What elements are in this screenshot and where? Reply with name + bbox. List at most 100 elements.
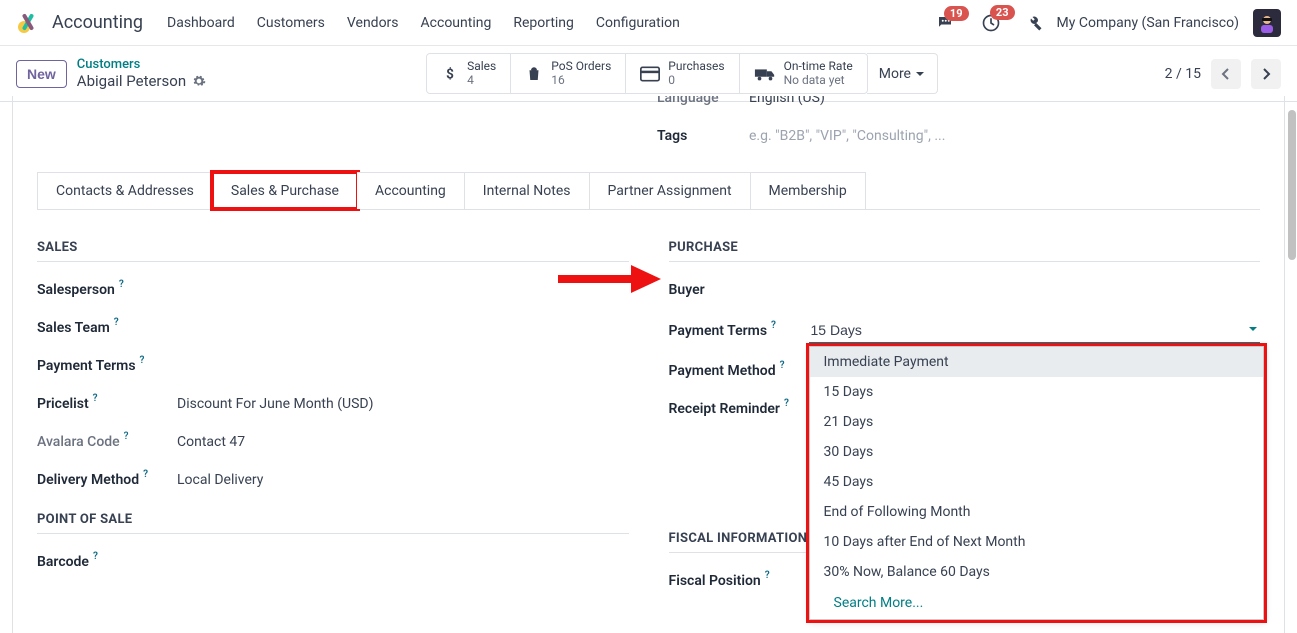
avalara-code-value[interactable]: Contact 47 <box>177 434 629 450</box>
gear-icon[interactable] <box>192 74 206 88</box>
pricelist-label: Pricelist? <box>37 396 177 412</box>
stat-pos-orders[interactable]: PoS Orders16 <box>511 54 626 94</box>
app-name[interactable]: Accounting <box>52 12 143 33</box>
tools-button[interactable] <box>1025 14 1043 32</box>
help-icon[interactable]: ? <box>780 360 785 371</box>
chevron-left-icon <box>1220 68 1232 80</box>
svg-text:$: $ <box>446 66 454 82</box>
tags-label: Tags <box>657 128 749 144</box>
credit-card-icon <box>640 66 660 82</box>
help-icon[interactable]: ? <box>119 279 124 290</box>
buyer-label: Buyer <box>669 282 809 298</box>
shopping-bag-icon <box>525 65 543 83</box>
help-icon[interactable]: ? <box>143 469 148 480</box>
scrollbar[interactable] <box>1288 110 1296 260</box>
tags-input[interactable]: e.g. "B2B", "VIP", "Consulting", ... <box>749 128 945 144</box>
dropdown-option[interactable]: 45 Days <box>810 467 1264 497</box>
payment-terms-dropdown-menu: Immediate Payment 15 Days 21 Days 30 Day… <box>809 346 1265 620</box>
pos-section-title: POINT OF SALE <box>37 512 629 534</box>
dropdown-option[interactable]: 30 Days <box>810 437 1264 467</box>
tab-accounting[interactable]: Accounting <box>357 172 465 209</box>
chevron-right-icon <box>1260 68 1272 80</box>
tab-internal-notes[interactable]: Internal Notes <box>464 172 590 209</box>
breadcrumb: Customers Abigail Peterson <box>77 57 206 91</box>
nav-accounting[interactable]: Accounting <box>421 15 492 31</box>
pager-prev-button[interactable] <box>1211 59 1241 89</box>
help-icon[interactable]: ? <box>140 355 145 366</box>
purchase-column: PURCHASE Buyer Payment Terms? Immediate … <box>669 240 1261 609</box>
pager-text[interactable]: 2 / 15 <box>1165 66 1201 82</box>
dollar-icon: $ <box>441 65 459 83</box>
app-logo-icon <box>16 11 40 35</box>
barcode-label: Barcode? <box>37 554 177 570</box>
tabs: Contacts & Addresses Sales & Purchase Ac… <box>37 172 1260 210</box>
dropdown-option[interactable]: 21 Days <box>810 407 1264 437</box>
more-button[interactable]: More <box>867 53 938 95</box>
control-panel: New Customers Abigail Peterson $ Sales4 … <box>0 46 1297 102</box>
receipt-reminder-label: Receipt Reminder? <box>669 401 809 417</box>
salesperson-label: Salesperson? <box>37 282 177 298</box>
pager-next-button[interactable] <box>1251 59 1281 89</box>
user-avatar-icon <box>1255 11 1279 35</box>
fiscal-position-label: Fiscal Position? <box>669 573 809 589</box>
help-icon[interactable]: ? <box>771 320 776 331</box>
payment-method-label: Payment Method? <box>669 363 809 379</box>
annotation-arrow-icon <box>553 259 663 299</box>
avalara-code-label: Avalara Code? <box>37 434 177 450</box>
stat-ontime-rate[interactable]: On-time RateNo data yet <box>740 54 867 94</box>
sales-team-label: Sales Team? <box>37 320 177 336</box>
caret-down-icon <box>915 69 925 79</box>
purchase-payment-terms-input[interactable] <box>809 318 1261 343</box>
language-value[interactable]: English (US) <box>749 96 825 106</box>
new-button[interactable]: New <box>16 60 67 88</box>
dropdown-search-more[interactable]: Search More... <box>810 587 1264 619</box>
messages-badge: 19 <box>944 6 969 21</box>
avatar[interactable] <box>1253 9 1281 37</box>
tab-sales-purchase[interactable]: Sales & Purchase <box>212 172 358 209</box>
help-icon[interactable]: ? <box>124 431 129 442</box>
delivery-method-value[interactable]: Local Delivery <box>177 472 629 488</box>
tab-contacts-addresses[interactable]: Contacts & Addresses <box>37 172 213 209</box>
nav-vendors[interactable]: Vendors <box>347 15 399 31</box>
sales-column: SALES Salesperson? Sales Team? Payment T… <box>37 240 629 609</box>
stat-buttons: $ Sales4 PoS Orders16 Purchases0 On-time… <box>426 53 868 95</box>
stat-purchases[interactable]: Purchases0 <box>626 54 739 94</box>
company-switcher[interactable]: My Company (San Francisco) <box>1057 15 1239 31</box>
nav-reporting[interactable]: Reporting <box>513 15 574 31</box>
help-icon[interactable]: ? <box>114 317 119 328</box>
stat-sales[interactable]: $ Sales4 <box>427 54 511 94</box>
activities-badge: 23 <box>990 5 1015 20</box>
pager: 2 / 15 <box>1165 59 1281 89</box>
tab-membership[interactable]: Membership <box>750 172 866 209</box>
dropdown-option[interactable]: Immediate Payment <box>810 347 1264 377</box>
breadcrumb-parent[interactable]: Customers <box>77 57 206 73</box>
tab-partner-assignment[interactable]: Partner Assignment <box>589 172 751 209</box>
truck-icon <box>754 66 776 82</box>
sales-section-title: SALES <box>37 240 629 262</box>
caret-down-icon[interactable] <box>1248 324 1258 334</box>
help-icon[interactable]: ? <box>784 398 789 409</box>
help-icon[interactable]: ? <box>93 393 98 404</box>
language-label: Language <box>657 96 749 106</box>
dropdown-option[interactable]: 30% Now, Balance 60 Days <box>810 557 1264 587</box>
activities-button[interactable]: 23 <box>981 13 1001 33</box>
topbar: Accounting Dashboard Customers Vendors A… <box>0 0 1297 46</box>
purchase-payment-terms-dropdown[interactable]: Immediate Payment 15 Days 21 Days 30 Day… <box>809 318 1261 343</box>
purchase-section-title: PURCHASE <box>669 240 1261 262</box>
nav-configuration[interactable]: Configuration <box>596 15 680 31</box>
dropdown-option[interactable]: 10 Days after End of Next Month <box>810 527 1264 557</box>
nav-menu: Dashboard Customers Vendors Accounting R… <box>167 15 680 31</box>
sales-payment-terms-label: Payment Terms? <box>37 358 177 374</box>
breadcrumb-current: Abigail Peterson <box>77 72 186 90</box>
help-icon[interactable]: ? <box>93 551 98 562</box>
wrench-icon <box>1025 14 1043 32</box>
pricelist-value[interactable]: Discount For June Month (USD) <box>177 396 629 412</box>
dropdown-option[interactable]: 15 Days <box>810 377 1264 407</box>
purchase-payment-terms-label: Payment Terms? <box>669 323 809 339</box>
dropdown-option[interactable]: End of Following Month <box>810 497 1264 527</box>
form-sheet: Language English (US) Tags e.g. "B2B", "… <box>12 96 1285 633</box>
nav-dashboard[interactable]: Dashboard <box>167 15 235 31</box>
messages-button[interactable]: 19 <box>935 14 955 32</box>
help-icon[interactable]: ? <box>765 570 770 581</box>
nav-customers[interactable]: Customers <box>257 15 325 31</box>
